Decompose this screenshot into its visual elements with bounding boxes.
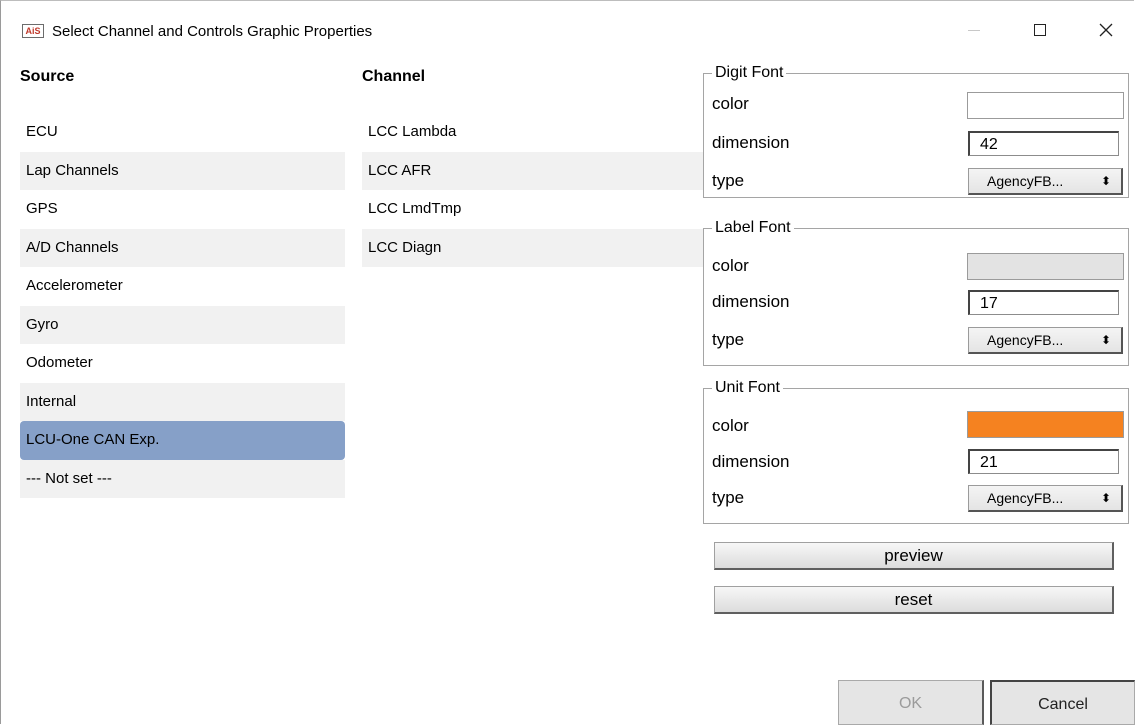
- digit-type-label: type: [712, 171, 745, 190]
- source-item-ecu[interactable]: ECU: [20, 113, 345, 152]
- source-item-gps[interactable]: GPS: [20, 190, 345, 229]
- app-icon: AiS: [22, 24, 44, 38]
- source-item-not-set[interactable]: --- Not set ---: [20, 459, 345, 498]
- source-item-lap-channels[interactable]: Lap Channels: [20, 151, 345, 190]
- label-font-group: Label Font color dimension type AgencyFB…: [703, 218, 1129, 366]
- label-color-swatch[interactable]: [967, 253, 1124, 280]
- digit-type-select[interactable]: AgencyFB... ⬍: [968, 168, 1123, 195]
- ok-button[interactable]: OK: [838, 680, 984, 725]
- label-font-title: Label Font: [712, 218, 794, 238]
- digit-type-value: AgencyFB...: [987, 173, 1064, 189]
- unit-color-swatch[interactable]: [967, 411, 1124, 438]
- label-type-value: AgencyFB...: [987, 332, 1064, 348]
- minimize-button[interactable]: [951, 10, 997, 50]
- source-item-gyro[interactable]: Gyro: [20, 305, 345, 344]
- unit-dimension-label: dimension: [712, 452, 790, 471]
- label-type-select[interactable]: AgencyFB... ⬍: [968, 327, 1123, 354]
- digit-color-label: color: [712, 94, 749, 113]
- channel-list: LCC Lambda LCC AFR LCC LmdTmp LCC Diagn: [362, 113, 703, 267]
- digit-dimension-input[interactable]: [968, 131, 1119, 156]
- channel-item-lcc-lambda[interactable]: LCC Lambda: [362, 113, 703, 152]
- select-arrows-icon: ⬍: [1100, 174, 1111, 188]
- maximize-icon: [1034, 24, 1046, 36]
- window-title: Select Channel and Controls Graphic Prop…: [52, 23, 373, 40]
- cancel-button[interactable]: Cancel: [990, 680, 1135, 725]
- source-item-ad-channels[interactable]: A/D Channels: [20, 228, 345, 267]
- unit-color-label: color: [712, 416, 749, 435]
- digit-font-title: Digit Font: [712, 63, 787, 83]
- select-arrows-icon: ⬍: [1100, 333, 1111, 347]
- unit-font-group: Unit Font color dimension type AgencyFB.…: [703, 378, 1129, 524]
- channel-header: Channel: [362, 68, 426, 85]
- source-item-accelerometer[interactable]: Accelerometer: [20, 267, 345, 306]
- reset-button[interactable]: reset: [714, 586, 1114, 614]
- unit-type-label: type: [712, 488, 745, 507]
- close-button[interactable]: [1083, 10, 1129, 50]
- minimize-icon: [968, 29, 980, 31]
- unit-type-value: AgencyFB...: [987, 490, 1064, 506]
- digit-dimension-label: dimension: [712, 133, 790, 152]
- unit-dimension-input[interactable]: [968, 449, 1119, 474]
- channel-item-lcc-diagn[interactable]: LCC Diagn: [362, 228, 703, 267]
- unit-font-title: Unit Font: [712, 378, 783, 398]
- digit-font-group: Digit Font color dimension type AgencyFB…: [703, 63, 1129, 198]
- source-item-odometer[interactable]: Odometer: [20, 344, 345, 383]
- maximize-button[interactable]: [1017, 10, 1063, 50]
- digit-color-swatch[interactable]: [967, 92, 1124, 119]
- preview-button[interactable]: preview: [714, 542, 1114, 570]
- source-header: Source: [20, 68, 75, 85]
- source-item-internal[interactable]: Internal: [20, 382, 345, 421]
- title-bar: AiS Select Channel and Controls Graphic …: [0, 0, 1135, 62]
- label-color-label: color: [712, 256, 749, 275]
- source-item-lcu-one-can-exp[interactable]: LCU-One CAN Exp.: [20, 421, 345, 460]
- label-dimension-label: dimension: [712, 292, 790, 311]
- select-arrows-icon: ⬍: [1100, 491, 1111, 505]
- channel-item-lcc-afr[interactable]: LCC AFR: [362, 151, 703, 190]
- source-list: ECU Lap Channels GPS A/D Channels Accele…: [20, 113, 345, 498]
- unit-type-select[interactable]: AgencyFB... ⬍: [968, 485, 1123, 512]
- channel-item-lcc-lmdtmp[interactable]: LCC LmdTmp: [362, 190, 703, 229]
- close-icon: [1099, 23, 1113, 37]
- label-type-label: type: [712, 330, 745, 349]
- label-dimension-input[interactable]: [968, 290, 1119, 315]
